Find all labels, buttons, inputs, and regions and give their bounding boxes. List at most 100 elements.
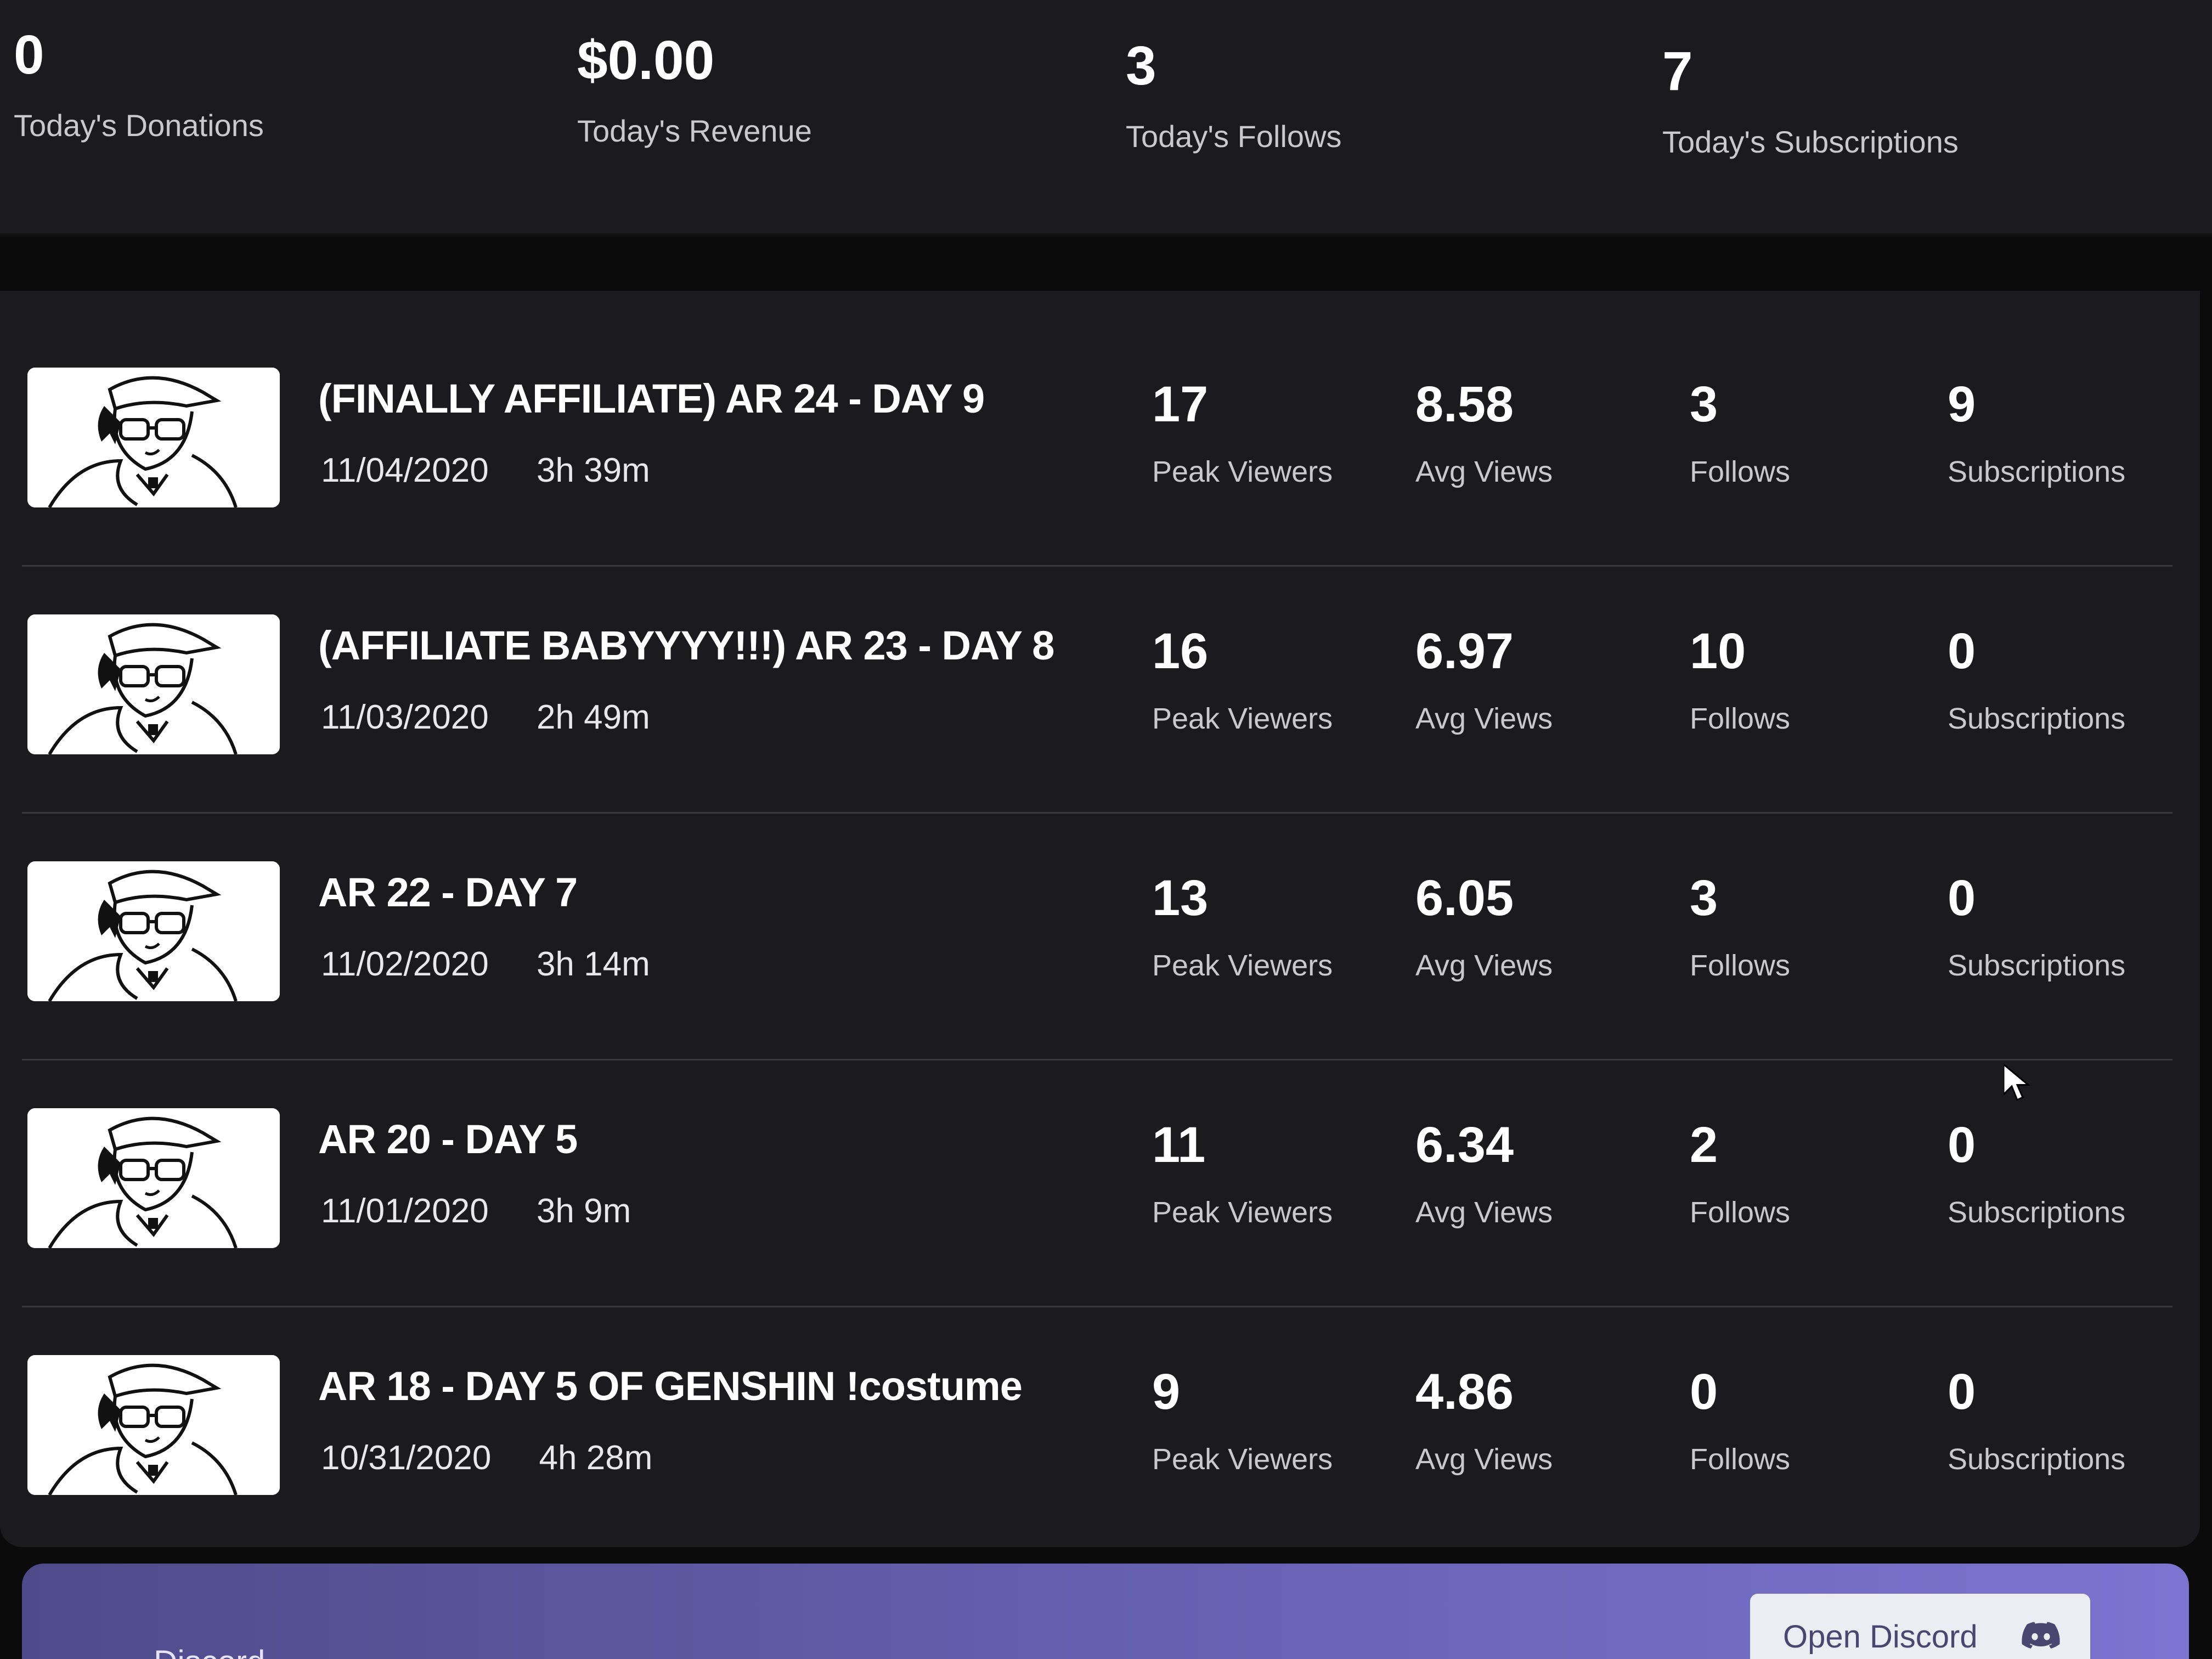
avg-views-label: Avg Views: [1415, 1443, 1553, 1476]
subscriptions-label: Subscriptions: [1948, 1443, 2126, 1476]
stream-thumbnail[interactable]: [27, 1355, 280, 1495]
stream-duration: 2h 49m: [536, 698, 650, 736]
stream-meta: 11/02/2020 3h 14m: [321, 944, 650, 985]
follows-metric: 2 Follows: [1690, 1116, 1790, 1229]
subscriptions-metric: 0 Subscriptions: [1948, 870, 2125, 983]
revenue-value: $0.00: [577, 30, 715, 91]
subscriptions-label: Today's Subscriptions: [1662, 125, 1959, 159]
avg-views-label: Avg Views: [1415, 702, 1553, 735]
follows-label: Follows: [1690, 455, 1791, 488]
stream-date: 11/02/2020: [321, 945, 489, 983]
stream-row[interactable]: AR 18 - DAY 5 OF GENSHIN !costume 10/31/…: [22, 1300, 2172, 1553]
dashboard-page: 0 Today's Donations $0.00 Today's Revenu…: [0, 0, 2212, 1659]
subscriptions-label: Subscriptions: [1948, 949, 2126, 982]
stream-thumbnail[interactable]: [27, 614, 280, 754]
avg-views-value: 8.58: [1415, 376, 1514, 432]
stream-title[interactable]: (AFFILIATE BABYYYY!!!) AR 23 - DAY 8: [318, 621, 1054, 670]
peak-viewers-label: Peak Viewers: [1152, 455, 1333, 488]
donations-label: Today's Donations: [14, 108, 264, 143]
follows-value: 3: [1690, 870, 1718, 926]
avatar-thumbnail-icon: [27, 1108, 280, 1248]
peak-viewers-value: 13: [1152, 870, 1209, 926]
avatar-thumbnail-icon: [27, 861, 280, 1001]
peak-viewers-value: 16: [1152, 623, 1209, 679]
subscriptions-label: Subscriptions: [1948, 455, 2126, 488]
follows-metric: 0 Follows: [1690, 1363, 1790, 1476]
peak-viewers-metric: 17 Peak Viewers: [1152, 376, 1333, 489]
subscriptions-metric: 0 Subscriptions: [1948, 1116, 2125, 1229]
stream-duration: 3h 14m: [536, 945, 650, 983]
avatar-thumbnail-icon: [27, 1355, 280, 1495]
peak-viewers-metric: 11 Peak Viewers: [1152, 1116, 1333, 1229]
mouse-cursor-icon: [2004, 1064, 2031, 1102]
follows-stat: 3 Today's Follows: [1126, 36, 1342, 154]
peak-viewers-value: 17: [1152, 376, 1209, 432]
stream-meta: 11/03/2020 2h 49m: [321, 697, 650, 738]
recent-streams-list: (FINALLY AFFILIATE) AR 24 - DAY 9 11/04/…: [0, 291, 2200, 1547]
open-discord-button[interactable]: Open Discord: [1750, 1594, 2090, 1659]
avg-views-value: 6.34: [1415, 1117, 1514, 1173]
stream-date: 11/04/2020: [321, 452, 489, 489]
stream-title[interactable]: AR 22 - DAY 7: [318, 868, 578, 917]
peak-viewers-metric: 9 Peak Viewers: [1152, 1363, 1333, 1476]
peak-viewers-metric: 13 Peak Viewers: [1152, 870, 1333, 983]
today-summary-panel: 0 Today's Donations $0.00 Today's Revenu…: [0, 0, 2212, 236]
avg-views-metric: 6.34 Avg Views: [1415, 1116, 1553, 1229]
stream-duration: 4h 28m: [539, 1439, 653, 1477]
stream-meta: 10/31/2020 4h 28m: [321, 1437, 652, 1479]
stream-row[interactable]: AR 22 - DAY 7 11/02/2020 3h 14m 13 Peak …: [22, 806, 2172, 1060]
subscriptions-metric: 9 Subscriptions: [1948, 376, 2125, 489]
follows-metric: 3 Follows: [1690, 376, 1790, 489]
subscriptions-value: 7: [1662, 41, 1693, 102]
avg-views-label: Avg Views: [1415, 455, 1553, 488]
donations-value: 0: [14, 24, 44, 86]
subscriptions-value: 9: [1948, 376, 1976, 432]
stream-date: 11/01/2020: [321, 1192, 489, 1230]
follows-label: Follows: [1690, 1196, 1791, 1229]
follows-value: 3: [1690, 376, 1718, 432]
peak-viewers-label: Peak Viewers: [1152, 1443, 1333, 1476]
stream-date: 10/31/2020: [321, 1439, 492, 1477]
donations-stat: 0 Today's Donations: [14, 25, 264, 143]
stream-meta: 11/01/2020 3h 9m: [321, 1190, 631, 1232]
avg-views-value: 6.05: [1415, 870, 1514, 926]
stream-title[interactable]: AR 20 - DAY 5: [318, 1115, 578, 1164]
subscriptions-metric: 0 Subscriptions: [1948, 1363, 2125, 1476]
peak-viewers-metric: 16 Peak Viewers: [1152, 623, 1333, 736]
stream-thumbnail[interactable]: [27, 368, 280, 507]
subscriptions-label: Subscriptions: [1948, 1196, 2126, 1229]
stream-meta: 11/04/2020 3h 39m: [321, 450, 650, 492]
stream-row[interactable]: AR 20 - DAY 5 11/01/2020 3h 9m 11 Peak V…: [22, 1053, 2172, 1307]
follows-label: Follows: [1690, 702, 1791, 735]
avg-views-label: Avg Views: [1415, 1196, 1553, 1229]
stream-thumbnail[interactable]: [27, 861, 280, 1001]
stream-title[interactable]: (FINALLY AFFILIATE) AR 24 - DAY 9: [318, 374, 985, 424]
avg-views-value: 6.97: [1415, 623, 1514, 679]
discord-banner-text: Discord: [154, 1643, 265, 1659]
peak-viewers-label: Peak Viewers: [1152, 949, 1333, 982]
revenue-stat: $0.00 Today's Revenue: [577, 30, 812, 149]
subscriptions-value: 0: [1948, 623, 1976, 679]
subscriptions-label: Subscriptions: [1948, 702, 2126, 735]
subscriptions-value: 0: [1948, 1117, 1976, 1173]
avg-views-label: Avg Views: [1415, 949, 1553, 982]
stream-row[interactable]: (AFFILIATE BABYYYY!!!) AR 23 - DAY 8 11/…: [22, 560, 2172, 814]
peak-viewers-label: Peak Viewers: [1152, 1196, 1333, 1229]
peak-viewers-value: 11: [1152, 1117, 1206, 1173]
avg-views-value: 4.86: [1415, 1364, 1514, 1420]
stream-thumbnail[interactable]: [27, 1108, 280, 1248]
stream-duration: 3h 39m: [536, 452, 650, 489]
avg-views-metric: 6.97 Avg Views: [1415, 623, 1553, 736]
stream-row[interactable]: (FINALLY AFFILIATE) AR 24 - DAY 9 11/04/…: [22, 313, 2172, 567]
avg-views-metric: 4.86 Avg Views: [1415, 1363, 1553, 1476]
subscriptions-value: 0: [1948, 870, 1976, 926]
follows-label: Today's Follows: [1126, 119, 1342, 154]
follows-metric: 10 Follows: [1690, 623, 1790, 736]
follows-label: Follows: [1690, 949, 1791, 982]
stream-title[interactable]: AR 18 - DAY 5 OF GENSHIN !costume: [318, 1362, 1023, 1411]
peak-viewers-value: 9: [1152, 1364, 1181, 1420]
avatar-thumbnail-icon: [27, 368, 280, 507]
revenue-label: Today's Revenue: [577, 114, 812, 148]
discord-banner: Discord Open Discord: [22, 1564, 2189, 1659]
subscriptions-metric: 0 Subscriptions: [1948, 623, 2125, 736]
